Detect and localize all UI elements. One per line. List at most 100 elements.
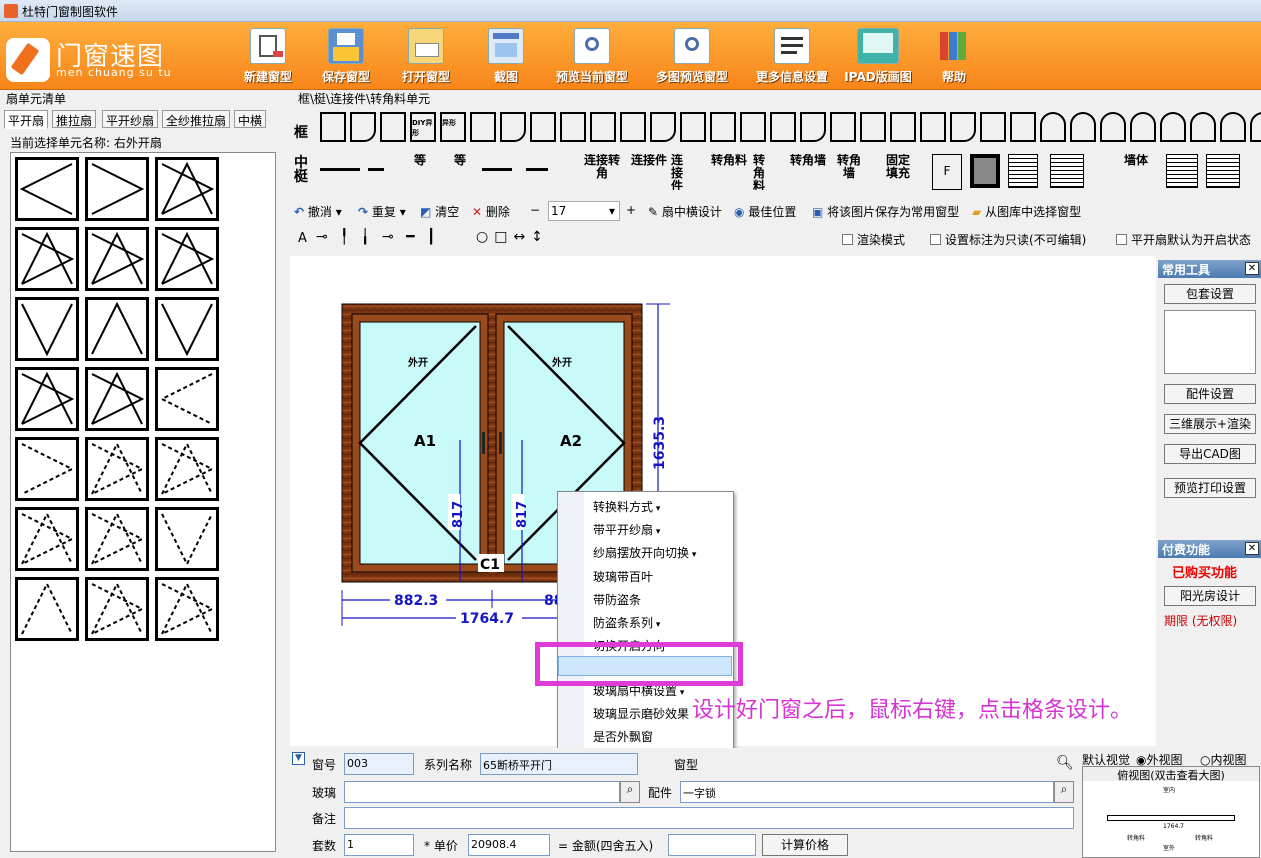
unit-price-field[interactable]: 20908.4 — [468, 834, 550, 856]
open-window-button[interactable]: 打开窗型 — [396, 22, 456, 90]
frame-shape-tool[interactable]: 异形 — [440, 112, 466, 142]
frame-shape-tool[interactable] — [590, 112, 616, 142]
wall-brick-tool[interactable] — [1166, 154, 1198, 188]
frame-shape-tool[interactable] — [1010, 112, 1036, 142]
remark-field[interactable] — [344, 807, 1074, 829]
cover-settings-button[interactable]: 包套设置 — [1164, 284, 1256, 304]
frame-shape-tool[interactable] — [1040, 112, 1066, 142]
3d-render-button[interactable]: 三维展示+渲染 — [1164, 414, 1256, 434]
sunroom-design-button[interactable]: 阳光房设计 — [1164, 586, 1256, 606]
line-tools-icon[interactable]: ⊸ ╿ ╽ ⊸ ━ ┃ — [316, 229, 439, 245]
tab-casement-sash[interactable]: 平开扇 — [4, 110, 49, 129]
ipad-draw-button[interactable]: IPAD版画图 — [842, 22, 914, 90]
fittings-search-icon[interactable]: ⌕ — [1054, 781, 1074, 803]
close-icon[interactable]: ✕ — [1245, 542, 1259, 555]
context-menu-item[interactable]: 转换料方式 ▾ — [593, 498, 660, 515]
corner-material-tool[interactable]: 转角料 — [710, 154, 748, 190]
sash-thumbnail[interactable] — [85, 157, 149, 221]
window-type-field[interactable]: 窗型 — [674, 756, 698, 773]
context-menu-item[interactable]: 带防盗条 — [593, 591, 641, 608]
frame-shape-tool[interactable] — [560, 112, 586, 142]
delete-button[interactable]: ✕ 删除 — [472, 203, 510, 220]
frame-shape-tool[interactable] — [860, 112, 886, 142]
glass-field[interactable] — [344, 781, 620, 803]
double-line-tool[interactable] — [482, 168, 512, 182]
sash-thumbnail[interactable] — [15, 157, 79, 221]
wall-brick2-tool[interactable] — [1206, 154, 1240, 188]
double-vertical-tool[interactable] — [526, 168, 548, 182]
text-tool[interactable]: A — [298, 231, 307, 246]
frame-shape-tool[interactable] — [320, 112, 346, 142]
multi-preview-button[interactable]: 多图预览窗型 — [646, 22, 738, 90]
calculate-price-button[interactable]: 计算价格 — [762, 834, 848, 856]
frame-shape-tool[interactable] — [1250, 112, 1261, 142]
frame-shape-tool[interactable] — [920, 112, 946, 142]
tab-sliding-sash[interactable]: 推拉扇 — [52, 110, 97, 128]
frame-shape-tool[interactable] — [620, 112, 646, 142]
mullion-line-tool[interactable] — [320, 168, 360, 182]
clear-button[interactable]: ◩ 清空 — [420, 203, 459, 220]
tab-casement-screen[interactable]: 平开纱扇 — [102, 110, 159, 128]
corner-wall-tool[interactable]: 转角墙 — [790, 154, 826, 190]
frame-shape-tool[interactable] — [890, 112, 916, 142]
sash-thumbnail[interactable] — [15, 507, 79, 571]
sash-thumbnail[interactable] — [15, 297, 79, 361]
pane-label-a1[interactable]: A1 — [414, 432, 436, 450]
frame-shape-tool[interactable] — [350, 112, 376, 142]
close-icon[interactable]: ✕ — [1245, 262, 1259, 275]
size-select[interactable]: 17 ▾ — [548, 201, 620, 221]
pane-label-a2[interactable]: A2 — [560, 432, 582, 450]
frame-shape-tool[interactable] — [1100, 112, 1126, 142]
screenshot-button[interactable]: 截图 — [482, 22, 530, 90]
context-menu-item[interactable]: 防盗条系列 ▾ — [593, 614, 660, 631]
render-mode-checkbox[interactable]: 渲染模式 — [842, 231, 905, 248]
export-cad-button[interactable]: 导出CAD图 — [1164, 444, 1256, 464]
glass-search-icon[interactable]: ⌕ — [620, 781, 640, 803]
fill-square-tool[interactable] — [970, 154, 1000, 188]
height-dimension-label[interactable]: 1635.3 — [652, 416, 668, 470]
frame-shape-tool[interactable]: DIY异形 — [410, 112, 436, 142]
equal-split-horizontal-tool[interactable]: 等 — [400, 154, 440, 190]
context-menu-item[interactable]: 是否外飘窗 — [593, 728, 653, 745]
fixed-fill-tool[interactable]: 固定填充 — [882, 154, 914, 190]
fill-f-tool[interactable]: F — [932, 154, 962, 190]
context-menu-item[interactable]: 纱扇摆放开向切换 ▾ — [593, 544, 696, 561]
save-common-window-button[interactable]: ▣ 将该图片保存为常用窗型 — [812, 203, 959, 220]
mullion-vertical-tool[interactable] — [368, 168, 384, 182]
sash-thumbnail[interactable] — [15, 437, 79, 501]
sash-thumbnail[interactable] — [155, 507, 219, 571]
fittings-settings-button[interactable]: 配件设置 — [1164, 384, 1256, 404]
window-no-field[interactable]: 003 — [344, 753, 414, 775]
frame-shape-tool[interactable] — [1130, 112, 1156, 142]
frame-shape-tool[interactable] — [800, 112, 826, 142]
sash-thumbnail[interactable] — [155, 297, 219, 361]
search-icon[interactable]: 🔍︎ — [1056, 755, 1074, 771]
frame-shape-tool[interactable] — [710, 112, 736, 142]
context-menu-item[interactable]: 带平开纱扇 ▾ — [593, 521, 660, 538]
sash-thumbnail[interactable] — [155, 157, 219, 221]
sash-thumbnail[interactable] — [85, 227, 149, 291]
connector-tool[interactable]: 连接件 — [630, 154, 668, 190]
width-total-label[interactable]: 1764.7 — [460, 611, 514, 627]
sash-thumbnail[interactable] — [15, 577, 79, 641]
sash-transom-design-button[interactable]: ✎ 扇中横设计 — [648, 203, 722, 220]
frame-shape-tool[interactable] — [650, 112, 676, 142]
frame-shape-tool[interactable] — [740, 112, 766, 142]
new-window-button[interactable]: 新建窗型 — [238, 22, 298, 90]
connect-corner-tool[interactable]: 连接转角 — [582, 154, 622, 190]
size-decrease-button[interactable]: − — [530, 203, 540, 217]
tab-full-screen-sliding[interactable]: 全纱推拉扇 — [162, 110, 231, 128]
corner-material-vertical-tool[interactable]: 转角料 — [752, 154, 766, 190]
tab-transom[interactable]: 中横 — [234, 110, 267, 128]
frame-shape-tool[interactable] — [950, 112, 976, 142]
print-preview-button[interactable]: 预览打印设置 — [1164, 478, 1256, 498]
frame-shape-tool[interactable] — [980, 112, 1006, 142]
fittings-field[interactable]: 一字锁 — [680, 781, 1054, 803]
default-open-checkbox[interactable]: 平开扇默认为开启状态 — [1116, 231, 1251, 248]
shape-tools-icon[interactable]: ○□↔↕ — [476, 229, 549, 245]
sash-thumbnail[interactable] — [155, 227, 219, 291]
sash-thumbnail[interactable] — [85, 507, 149, 571]
size-increase-button[interactable]: + — [626, 203, 636, 217]
sash-thumbnail[interactable] — [85, 297, 149, 361]
frame-shape-tool[interactable] — [380, 112, 406, 142]
